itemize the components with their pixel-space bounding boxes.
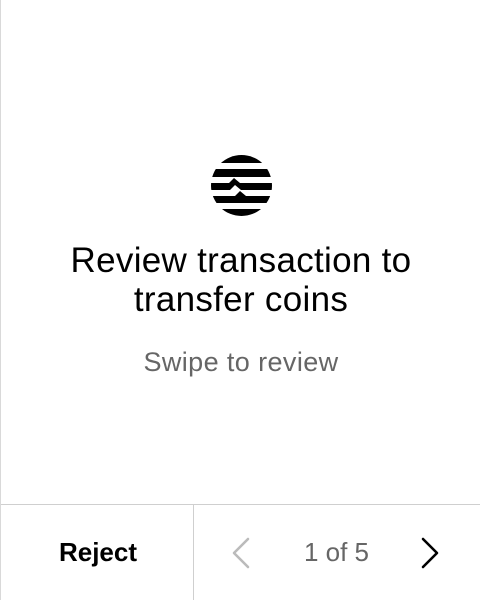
page-indicator: 1 of 5	[303, 537, 370, 567]
review-title: Review transaction to transfer coins	[1, 241, 480, 319]
review-title-line-1: Review transaction to	[70, 241, 412, 280]
aptos-logo-icon	[211, 155, 272, 216]
chevron-right-icon[interactable]	[413, 535, 449, 571]
review-title-line-2: transfer coins	[133, 280, 349, 319]
review-screen: Review transaction to transfer coins Swi…	[0, 0, 480, 600]
reject-button[interactable]: Reject	[1, 505, 193, 600]
pagination: 1 of 5	[194, 505, 480, 600]
swipe-hint: Swipe to review	[143, 347, 339, 377]
action-footer: Reject 1 of 5	[1, 504, 480, 600]
chevron-left-icon[interactable]	[225, 535, 261, 571]
